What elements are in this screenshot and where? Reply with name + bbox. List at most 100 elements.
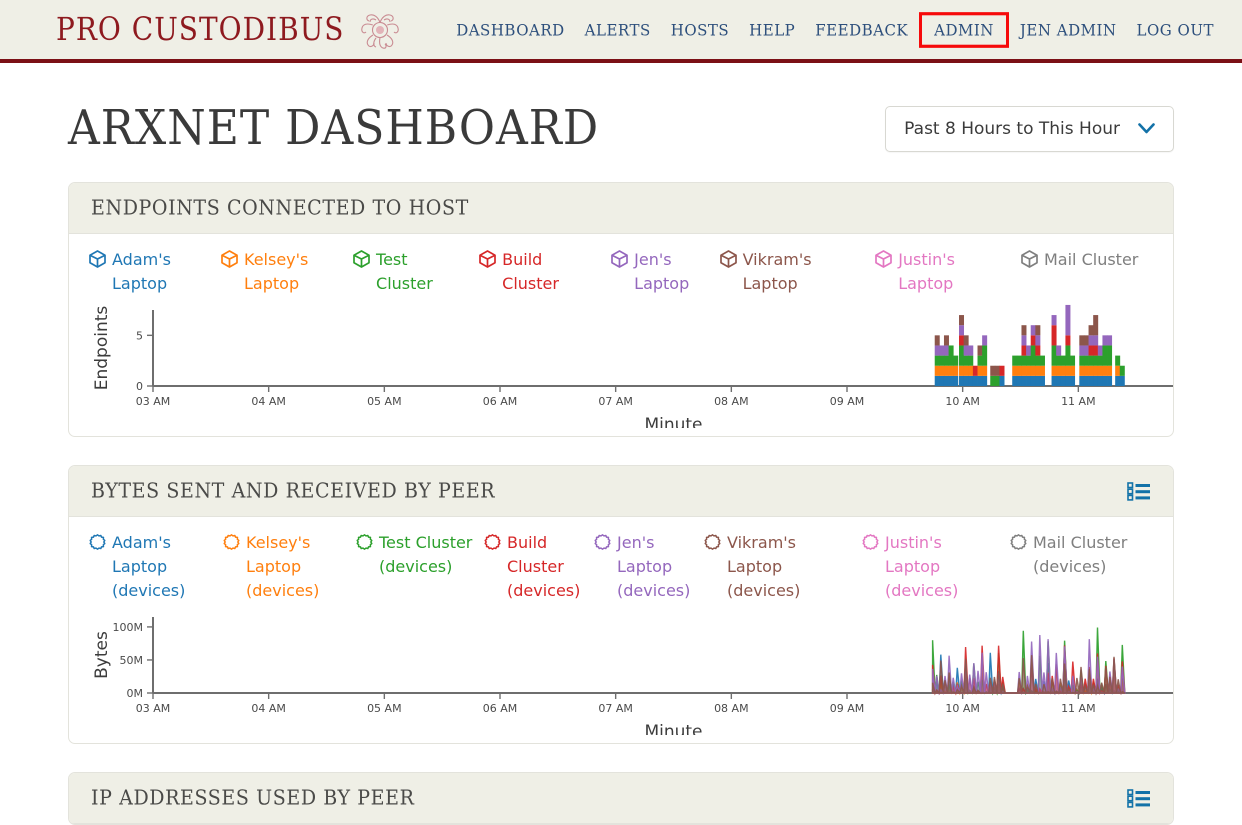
list-icon[interactable] [1127, 788, 1151, 808]
legend-label: Test Cluster [376, 250, 433, 293]
svg-text:06 AM: 06 AM [483, 702, 518, 715]
legend-label: Adam's Laptop (devices) [112, 533, 186, 600]
list-icon[interactable] [1127, 481, 1151, 501]
cube-icon [89, 250, 106, 268]
legend-item[interactable]: Kelsey's Laptop (devices) [223, 531, 356, 603]
svg-text:03 AM: 03 AM [136, 702, 171, 715]
legend-item[interactable]: Adam's Laptop (devices) [89, 531, 223, 603]
legend-label: Adam's Laptop [112, 250, 171, 293]
legend-item[interactable]: Build Cluster [479, 248, 611, 296]
svg-text:10 AM: 10 AM [945, 395, 980, 408]
bytes-chart[interactable]: 03 AM 04 AM 05 AM 06 AM 07 AM 08 AM 09 AM 10 AM… [89, 603, 1173, 735]
svg-text:03 AM: 03 AM [136, 395, 171, 408]
svg-text:10 AM: 10 AM [945, 702, 980, 715]
svg-text:11 AM: 11 AM [1061, 702, 1096, 715]
panel-ip-addresses-used-by-peer: IP ADDRESSES USED BY PEER [68, 772, 1174, 825]
svg-text:Minute: Minute [644, 722, 702, 735]
legend-item[interactable]: Mail Cluster (devices) [1010, 531, 1144, 579]
panel-body: Adam's Laptop Kelsey's Laptop Test Clust… [69, 234, 1173, 436]
nav-link-help[interactable]: HELP [739, 16, 805, 43]
svg-text:08 AM: 08 AM [714, 395, 749, 408]
nav-link-feedback[interactable]: FEEDBACK [805, 16, 918, 43]
nav-link-hosts[interactable]: HOSTS [661, 16, 739, 43]
legend-label: Justin's Laptop [898, 250, 955, 293]
chart-legend: Adam's Laptop Kelsey's Laptop Test Clust… [89, 248, 1153, 296]
cog-ring-icon [862, 534, 879, 550]
legend-item[interactable]: Kelsey's Laptop [221, 248, 353, 296]
cog-ring-icon [89, 534, 106, 550]
panel-bytes-sent-received-by-peer: BYTES SENT AND RECEIVED BY PEER Adam's L… [68, 465, 1174, 744]
svg-text:Minute: Minute [644, 415, 702, 428]
nav-link-alerts[interactable]: ALERTS [575, 16, 661, 43]
page-header: ARXNET DASHBOARD Past 8 Hours to This Ho… [0, 63, 1242, 157]
svg-text:Bytes: Bytes [92, 631, 112, 679]
nav-link-jen-admin[interactable]: JEN ADMIN [1010, 16, 1127, 43]
cube-icon [479, 250, 496, 268]
brand-logo[interactable]: PRO CUSTODIBUS [56, 8, 402, 52]
svg-text:0M: 0M [127, 687, 144, 700]
nav-link-admin[interactable]: ADMIN [919, 11, 1009, 48]
svg-text:04 AM: 04 AM [251, 395, 286, 408]
svg-text:07 AM: 07 AM [598, 395, 633, 408]
svg-text:04 AM: 04 AM [251, 702, 286, 715]
cube-icon [719, 250, 737, 268]
cog-ring-icon [1010, 534, 1027, 550]
panel-header: ENDPOINTS CONNECTED TO HOST [69, 183, 1173, 234]
cog-ring-icon [223, 534, 240, 550]
svg-text:Endpoints: Endpoints [92, 306, 112, 391]
cog-ring-icon [356, 534, 373, 550]
chart-legend: Adam's Laptop (devices) Kelsey's Laptop … [89, 531, 1153, 603]
panel-header: BYTES SENT AND RECEIVED BY PEER [69, 466, 1173, 517]
legend-label: Mail Cluster (devices) [1033, 533, 1128, 576]
nav-link-dashboard[interactable]: DASHBOARD [446, 16, 574, 43]
panel-title: BYTES SENT AND RECEIVED BY PEER [91, 479, 496, 503]
legend-item[interactable]: Build Cluster (devices) [484, 531, 594, 603]
main-nav: DASHBOARD ALERTS HOSTS HELP FEEDBACK ADM… [446, 11, 1224, 48]
svg-text:11 AM: 11 AM [1061, 395, 1096, 408]
legend-label: Mail Cluster [1043, 250, 1139, 269]
medusa-head-icon [361, 13, 400, 49]
legend-label: Kelsey's Laptop (devices) [246, 533, 320, 600]
svg-text:5: 5 [136, 329, 143, 342]
legend-item[interactable]: Vikram's Laptop [719, 248, 876, 296]
svg-text:50M: 50M [120, 654, 144, 667]
time-range-value: Past 8 Hours to This Hour [904, 118, 1120, 139]
legend-item[interactable]: Adam's Laptop [89, 248, 221, 296]
legend-item[interactable]: Vikram's Laptop (devices) [704, 531, 862, 603]
panel-header: IP ADDRESSES USED BY PEER [69, 773, 1173, 824]
legend-item[interactable]: Jen's Laptop (devices) [594, 531, 704, 603]
legend-item[interactable]: Justin's Laptop [875, 248, 1021, 296]
legend-item[interactable]: Test Cluster [353, 248, 479, 296]
cube-icon [1021, 250, 1038, 268]
endpoints-chart[interactable]: 03 AM 04 AM 05 AM 06 AM 07 AM 08 AM 09 AM 10 AM… [89, 296, 1173, 428]
legend-label: Build Cluster (devices) [507, 533, 581, 600]
cog-ring-icon [484, 534, 501, 550]
legend-item[interactable]: Justin's Laptop (devices) [862, 531, 1010, 603]
legend-label: Vikram's Laptop (devices) [727, 533, 801, 600]
time-range-select[interactable]: Past 8 Hours to This Hour [885, 105, 1174, 152]
svg-text:05 AM: 05 AM [367, 395, 402, 408]
legend-label: Build Cluster [502, 250, 559, 293]
legend-label: Jen's Laptop (devices) [617, 533, 691, 600]
legend-label: Kelsey's Laptop [244, 250, 309, 293]
svg-text:06 AM: 06 AM [483, 395, 518, 408]
legend-label: Test Cluster (devices) [379, 533, 473, 576]
svg-text:0: 0 [136, 380, 143, 393]
cube-icon [611, 250, 629, 268]
nav-link-log-out[interactable]: LOG OUT [1127, 16, 1224, 43]
legend-item[interactable]: Mail Cluster [1021, 248, 1153, 272]
chevron-down-icon [1138, 123, 1155, 134]
cube-icon [221, 250, 238, 268]
panel-endpoints-connected-to-host: ENDPOINTS CONNECTED TO HOST Adam's Lapto… [68, 182, 1174, 437]
cube-icon [353, 250, 370, 268]
legend-item[interactable]: Jen's Laptop [611, 248, 719, 296]
legend-item[interactable]: Test Cluster (devices) [356, 531, 484, 579]
panel-title: IP ADDRESSES USED BY PEER [91, 786, 415, 810]
svg-text:07 AM: 07 AM [598, 702, 633, 715]
legend-label: Jen's Laptop [634, 250, 690, 293]
svg-text:05 AM: 05 AM [367, 702, 402, 715]
page-title: ARXNET DASHBOARD [68, 100, 600, 157]
top-navigation-bar: PRO CUSTODIBUS DASHBOARD ALERTS HOSTS HE… [0, 0, 1242, 63]
cog-ring-icon [594, 534, 611, 550]
panel-body: Adam's Laptop (devices) Kelsey's Laptop … [69, 517, 1173, 743]
